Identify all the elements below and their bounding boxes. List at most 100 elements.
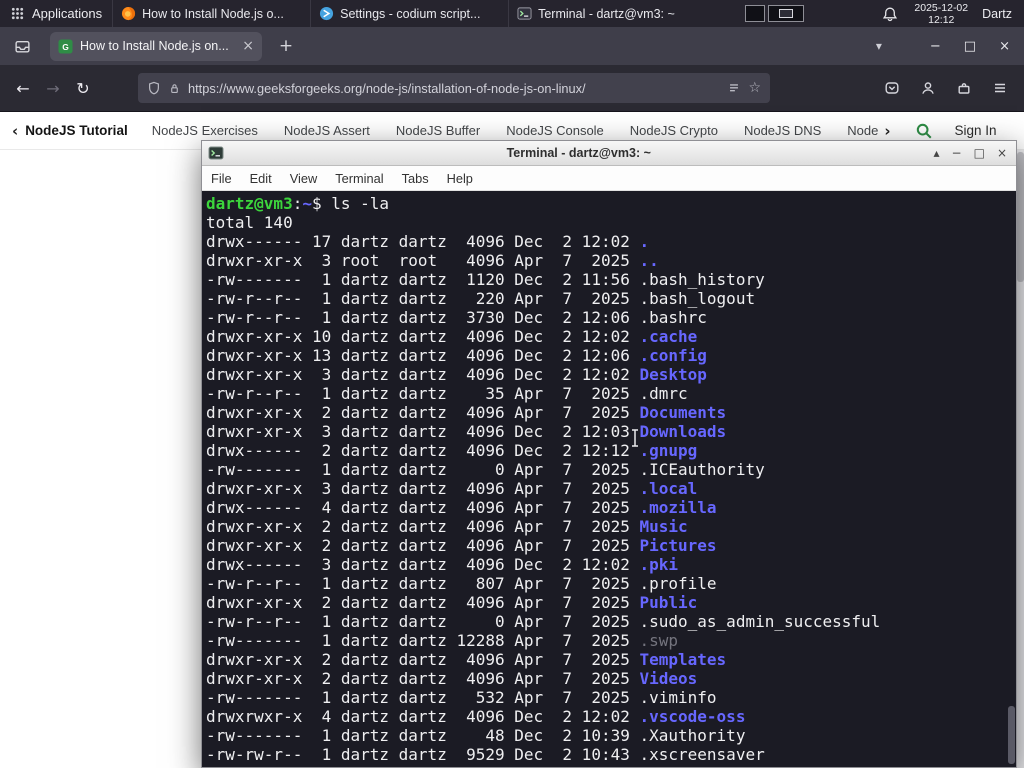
subnav-active-label: NodeJS Tutorial <box>25 123 128 138</box>
url-bar[interactable]: https://www.geeksforgeeks.org/node-js/in… <box>138 73 770 103</box>
tab-close-icon[interactable]: × <box>242 38 254 54</box>
terminal-menu-item[interactable]: View <box>281 171 327 186</box>
user-menu[interactable]: Dartz <box>982 7 1012 21</box>
terminal-listing-line: drwxr-xr-x 2 dartz dartz 4096 Apr 7 2025… <box>206 403 1016 422</box>
listing-details: -rw------- 1 dartz dartz 0 Apr 7 2025 <box>206 460 640 479</box>
listing-name: .pki <box>639 555 679 574</box>
listing-name: Public <box>639 593 698 612</box>
terminal-listing-line: -rw------- 1 dartz dartz 532 Apr 7 2025 … <box>206 688 1016 707</box>
browser-minimize-button[interactable]: − <box>930 39 941 54</box>
subnav-link[interactable]: NodeJS Buffer <box>396 123 480 138</box>
forward-button[interactable]: → <box>38 79 68 98</box>
listing-name: .config <box>639 346 707 365</box>
notification-bell-icon[interactable] <box>882 6 898 22</box>
clock-date: 2025-12-02 <box>914 1 969 14</box>
terminal-minimize-button[interactable]: − <box>952 146 962 160</box>
terminal-listing-line: drwxr-xr-x 2 dartz dartz 4096 Apr 7 2025… <box>206 650 1016 669</box>
new-tab-button[interactable]: + <box>272 36 300 56</box>
subnav-link[interactable]: Node <box>847 123 878 138</box>
terminal-listing-line: -rw-r--r-- 1 dartz dartz 35 Apr 7 2025 .… <box>206 384 1016 403</box>
terminal-listing-line: drwxr-xr-x 13 dartz dartz 4096 Dec 2 12:… <box>206 346 1016 365</box>
listing-details: drwxr-xr-x 3 dartz dartz 4096 Dec 2 12:0… <box>206 422 640 441</box>
listing-details: drwxrwxr-x 4 dartz dartz 4096 Dec 2 12:0… <box>206 707 640 726</box>
listing-details: drwxr-xr-x 13 dartz dartz 4096 Dec 2 12:… <box>206 346 640 365</box>
taskbar-item-terminal[interactable]: Terminal - dartz@vm3: ~ <box>508 0 706 27</box>
subnav-link[interactable]: NodeJS Crypto <box>630 123 718 138</box>
terminal-listing-line: drwx------ 2 dartz dartz 4096 Dec 2 12:1… <box>206 441 1016 460</box>
svg-text:G: G <box>62 41 69 51</box>
list-all-tabs-icon[interactable]: ▾ <box>876 39 882 53</box>
listing-details: drwx------ 17 dartz dartz 4096 Dec 2 12:… <box>206 232 640 251</box>
pocket-icon[interactable] <box>884 80 900 96</box>
terminal-listing-line: -rw------- 1 dartz dartz 1120 Dec 2 11:5… <box>206 270 1016 289</box>
listing-name: . <box>639 232 650 251</box>
listing-name: Downloads <box>639 422 727 441</box>
terminal-window: Terminal - dartz@vm3: ~ ▴ − □ × File Edit… <box>201 140 1017 768</box>
terminal-listing-line: -rw-r--r-- 1 dartz dartz 807 Apr 7 2025 … <box>206 574 1016 593</box>
subnav-link[interactable]: NodeJS DNS <box>744 123 821 138</box>
subnav-link[interactable]: NodeJS Assert <box>284 123 370 138</box>
terminal-menu-item[interactable]: Help <box>438 171 482 186</box>
bookmark-star-icon[interactable]: ☆ <box>748 80 761 96</box>
menu-icon[interactable] <box>992 80 1008 96</box>
terminal-menu-item[interactable]: Tabs <box>393 171 438 186</box>
chevron-left-icon[interactable]: ‹ <box>12 122 18 140</box>
terminal-shade-button[interactable]: ▴ <box>934 146 940 160</box>
url-text[interactable]: https://www.geeksforgeeks.org/node-js/in… <box>188 81 720 96</box>
reload-button[interactable]: ↻ <box>68 79 98 98</box>
applications-menu[interactable]: Applications <box>0 0 112 27</box>
terminal-listing-line: drwxr-xr-x 2 dartz dartz 4096 Apr 7 2025… <box>206 669 1016 688</box>
browser-close-button[interactable]: × <box>999 39 1010 54</box>
workspace-switcher[interactable] <box>745 5 805 22</box>
listing-details: -rw------- 1 dartz dartz 532 Apr 7 2025 <box>206 688 640 707</box>
terminal-menu-item[interactable]: File <box>202 171 241 186</box>
taskbar-item-codium[interactable]: Settings - codium script... <box>310 0 508 27</box>
clock[interactable]: 2025-12-02 12:12 <box>914 2 968 26</box>
workspace-2[interactable] <box>768 5 805 22</box>
extensions-icon[interactable] <box>956 80 972 96</box>
terminal-output: dartz@vm3:~$ ls -la total 140 drwx------ 1… <box>206 194 1016 764</box>
terminal-menu-item[interactable]: Terminal <box>326 171 392 186</box>
terminal-body[interactable]: dartz@vm3:~$ ls -la total 140 drwx------ 1… <box>202 191 1016 767</box>
terminal-window-controls: ▴ − □ × <box>934 146 1008 160</box>
search-icon[interactable] <box>915 122 933 140</box>
workspace-1[interactable] <box>745 5 766 22</box>
firefox-view-icon[interactable] <box>8 32 36 60</box>
terminal-close-button[interactable]: × <box>997 146 1007 160</box>
active-tab[interactable]: G How to Install Node.js on... × <box>50 31 262 61</box>
terminal-listing-line: drwxr-xr-x 3 dartz dartz 4096 Apr 7 2025… <box>206 479 1016 498</box>
listing-details: drwxr-xr-x 2 dartz dartz 4096 Apr 7 2025 <box>206 669 640 688</box>
listing-name: .bash_history <box>639 270 765 289</box>
listing-details: drwxr-xr-x 2 dartz dartz 4096 Apr 7 2025 <box>206 517 640 536</box>
terminal-listing-line: drwxr-xr-x 3 dartz dartz 4096 Dec 2 12:0… <box>206 365 1016 384</box>
reader-mode-icon[interactable] <box>727 81 741 95</box>
page-scrollbar-thumb[interactable] <box>1017 152 1024 282</box>
shield-icon[interactable] <box>147 81 161 95</box>
listing-details: drwxr-xr-x 2 dartz dartz 4096 Apr 7 2025 <box>206 593 640 612</box>
terminal-menu-item[interactable]: Edit <box>241 171 281 186</box>
listing-details: drwxr-xr-x 3 dartz dartz 4096 Apr 7 2025 <box>206 479 640 498</box>
listing-details: -rw-r--r-- 1 dartz dartz 220 Apr 7 2025 <box>206 289 640 308</box>
lock-icon[interactable] <box>168 82 181 95</box>
terminal-listing-line: drwx------ 4 dartz dartz 4096 Apr 7 2025… <box>206 498 1016 517</box>
listing-details: drwx------ 4 dartz dartz 4096 Apr 7 2025 <box>206 498 640 517</box>
back-button[interactable]: ← <box>8 79 38 98</box>
page-scrollbar[interactable] <box>1017 150 1024 768</box>
subnav-active-item[interactable]: ‹ NodeJS Tutorial <box>12 122 128 140</box>
terminal-titlebar[interactable]: Terminal - dartz@vm3: ~ ▴ − □ × <box>202 141 1016 166</box>
listing-name: .viminfo <box>639 688 717 707</box>
listing-details: -rw-r--r-- 1 dartz dartz 807 Apr 7 2025 <box>206 574 640 593</box>
listing-details: drwxr-xr-x 3 root root 4096 Apr 7 2025 <box>206 251 640 270</box>
account-icon[interactable] <box>920 80 936 96</box>
terminal-scrollbar[interactable] <box>1008 706 1015 764</box>
browser-maximize-button[interactable]: □ <box>964 39 976 54</box>
terminal-maximize-button[interactable]: □ <box>974 146 985 160</box>
desktop: Applications How to Install Node.js o...… <box>0 0 1024 768</box>
taskbar-item-browser[interactable]: How to Install Node.js o... <box>112 0 310 27</box>
subnav-link[interactable]: NodeJS Console <box>506 123 604 138</box>
subnav-link[interactable]: NodeJS Exercises <box>152 123 258 138</box>
chevron-right-icon[interactable]: › <box>884 122 890 140</box>
terminal-listing-line: -rw------- 1 dartz dartz 0 Apr 7 2025 .I… <box>206 460 1016 479</box>
listing-details: -rw-r--r-- 1 dartz dartz 0 Apr 7 2025 <box>206 612 640 631</box>
sign-in-button[interactable]: Sign In <box>955 123 997 138</box>
